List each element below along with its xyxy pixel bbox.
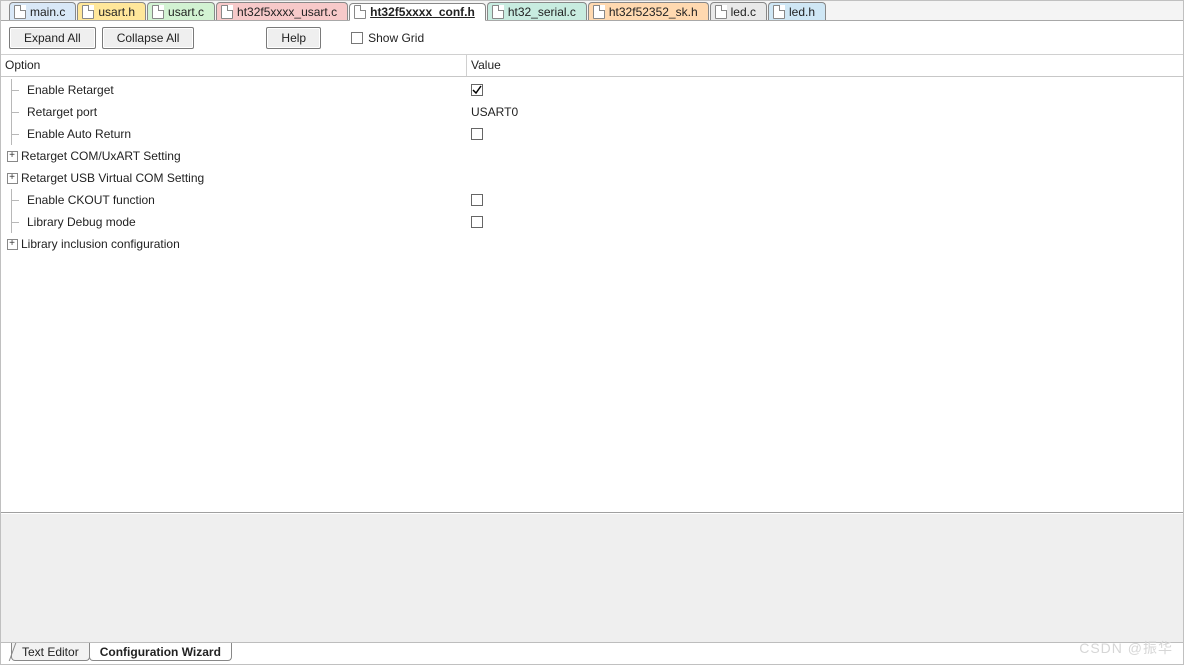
- file-tab[interactable]: led.h: [768, 2, 826, 20]
- collapse-all-button[interactable]: Collapse All: [102, 27, 195, 49]
- file-tab-label: ht32f5xxxx_conf.h: [370, 5, 475, 19]
- file-tab[interactable]: usart.c: [147, 2, 215, 20]
- file-icon: [221, 5, 233, 19]
- option-value-text: USART0: [471, 105, 518, 119]
- file-tab[interactable]: ht32f5xxxx_conf.h: [349, 3, 486, 21]
- option-value-cell[interactable]: [467, 128, 1183, 140]
- expand-icon[interactable]: +: [7, 151, 18, 162]
- expand-icon[interactable]: +: [7, 239, 18, 250]
- option-row[interactable]: Enable CKOUT function: [1, 189, 1183, 211]
- file-tab-label: ht32_serial.c: [508, 5, 576, 19]
- file-tab[interactable]: ht32f52352_sk.h: [588, 2, 709, 20]
- file-tab-label: ht32f52352_sk.h: [609, 5, 698, 19]
- option-label: Enable CKOUT function: [25, 193, 155, 207]
- config-toolbar: Expand All Collapse All Help Show Grid: [1, 21, 1183, 55]
- file-tab[interactable]: ht32f5xxxx_usart.c: [216, 2, 348, 20]
- file-tab-label: main.c: [30, 5, 65, 19]
- option-row[interactable]: Enable Retarget: [1, 79, 1183, 101]
- checkbox-icon[interactable]: [471, 128, 483, 140]
- option-label: Enable Auto Return: [25, 127, 131, 141]
- checkbox-icon[interactable]: [471, 216, 483, 228]
- option-row[interactable]: Library Debug mode: [1, 211, 1183, 233]
- file-tab-label: usart.h: [98, 5, 135, 19]
- file-tab-label: usart.c: [168, 5, 204, 19]
- column-header-row: Option Value: [1, 55, 1183, 77]
- file-icon: [715, 5, 727, 19]
- option-label: Retarget COM/UxART Setting: [19, 149, 181, 163]
- editor-mode-tabs: Text Editor Configuration Wizard CSDN @振…: [1, 642, 1183, 664]
- option-row[interactable]: Retarget port USART0: [1, 101, 1183, 123]
- file-icon: [82, 5, 94, 19]
- config-grid: Option Value Enable Retarget Retarget por…: [1, 55, 1183, 512]
- option-label: Enable Retarget: [25, 83, 114, 97]
- file-icon: [354, 5, 366, 19]
- file-tab[interactable]: led.c: [710, 2, 767, 20]
- tab-configuration-wizard[interactable]: Configuration Wizard: [89, 643, 232, 661]
- checkbox-icon[interactable]: [471, 194, 483, 206]
- file-icon: [152, 5, 164, 19]
- file-icon: [593, 5, 605, 19]
- tab-text-editor[interactable]: Text Editor: [11, 643, 90, 661]
- help-panel: [1, 512, 1183, 642]
- option-value-cell[interactable]: USART0: [467, 105, 1183, 119]
- option-row[interactable]: +Library inclusion configuration: [1, 233, 1183, 255]
- file-icon: [14, 5, 26, 19]
- file-tab[interactable]: usart.h: [77, 2, 146, 20]
- expand-all-button[interactable]: Expand All: [9, 27, 96, 49]
- option-row[interactable]: Enable Auto Return: [1, 123, 1183, 145]
- checkbox-icon: [351, 32, 363, 44]
- file-tab-label: led.c: [731, 5, 756, 19]
- file-tab-label: led.h: [789, 5, 815, 19]
- checkbox-icon[interactable]: [471, 84, 483, 96]
- option-label: Library Debug mode: [25, 215, 136, 229]
- column-header-value[interactable]: Value: [467, 55, 1183, 76]
- option-value-cell[interactable]: [467, 216, 1183, 228]
- option-label: Retarget USB Virtual COM Setting: [19, 171, 204, 185]
- file-tab[interactable]: ht32_serial.c: [487, 2, 587, 20]
- file-icon: [773, 5, 785, 19]
- show-grid-checkbox[interactable]: Show Grid: [351, 31, 424, 45]
- option-value-cell[interactable]: [467, 84, 1183, 96]
- show-grid-label: Show Grid: [368, 31, 424, 45]
- file-tabbar: main.c usart.h usart.c ht32f5xxxx_usart.c ht…: [1, 1, 1183, 21]
- file-icon: [492, 5, 504, 19]
- column-header-option[interactable]: Option: [1, 55, 467, 76]
- file-tab[interactable]: main.c: [9, 2, 76, 20]
- option-label: Retarget port: [25, 105, 97, 119]
- file-tab-label: ht32f5xxxx_usart.c: [237, 5, 337, 19]
- option-value-cell[interactable]: [467, 194, 1183, 206]
- option-label: Library inclusion configuration: [19, 237, 180, 251]
- option-row[interactable]: +Retarget USB Virtual COM Setting: [1, 167, 1183, 189]
- expand-icon[interactable]: +: [7, 173, 18, 184]
- option-row[interactable]: +Retarget COM/UxART Setting: [1, 145, 1183, 167]
- help-button[interactable]: Help: [266, 27, 321, 49]
